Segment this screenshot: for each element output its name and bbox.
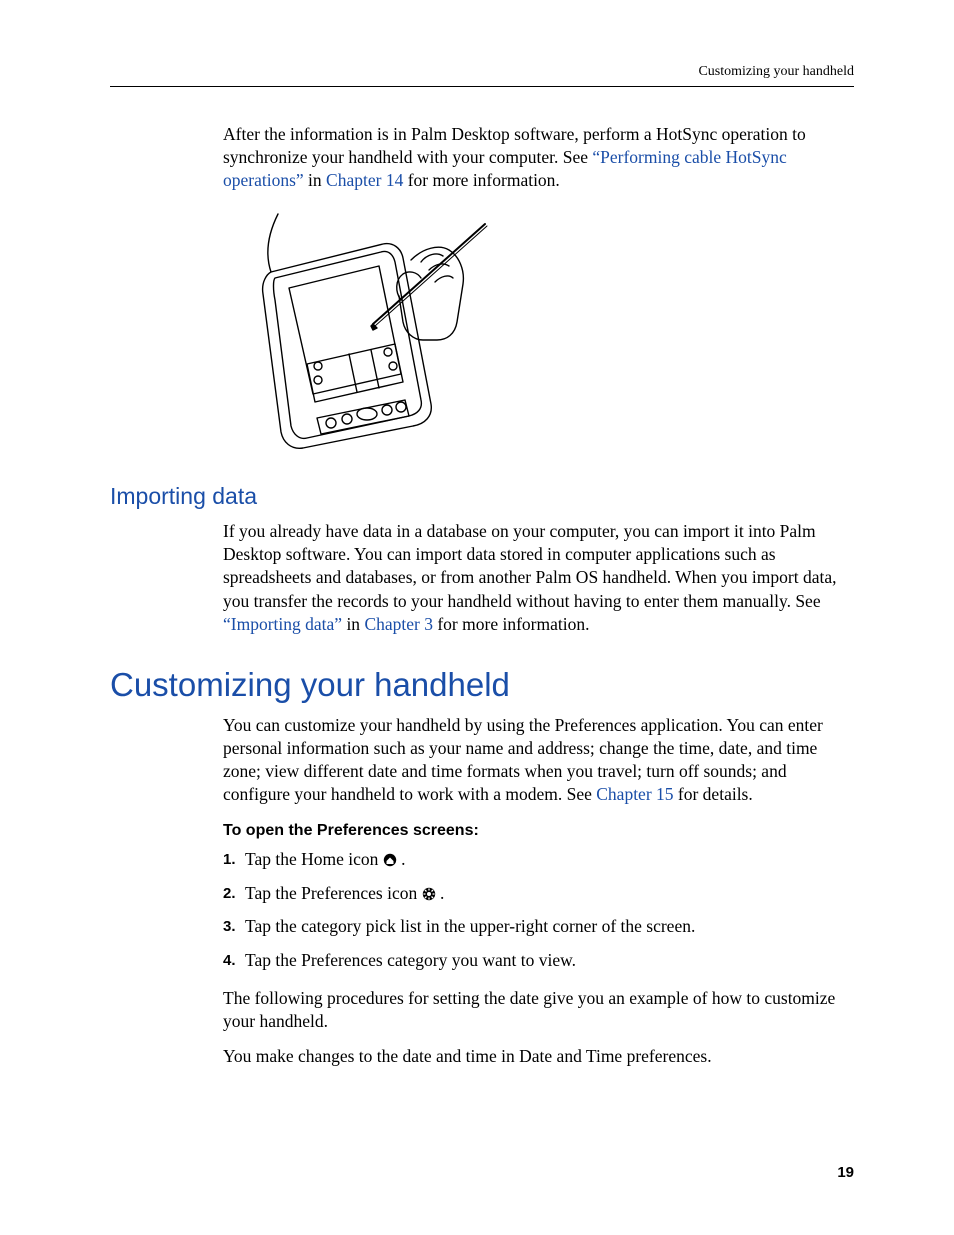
step-4: 4. Tap the Preferences category you want… <box>223 949 851 973</box>
preferences-icon <box>422 887 436 901</box>
intro-paragraph: After the information is in Palm Desktop… <box>223 123 851 192</box>
step-text: Tap the Preferences category you want to… <box>245 949 576 973</box>
customizing-text-b: for details. <box>674 784 753 804</box>
step-text-b: . <box>440 883 444 903</box>
intro-block: After the information is in Palm Desktop… <box>223 123 851 459</box>
running-head: Customizing your handheld <box>110 64 854 80</box>
step-text: Tap the category pick list in the upper-… <box>245 915 695 939</box>
link-chapter-14[interactable]: Chapter 14 <box>326 170 403 190</box>
step-text-a: Tap the Home icon <box>245 849 383 869</box>
importing-block: If you already have data in a database o… <box>223 520 851 635</box>
after-paragraph-1: The following procedures for setting the… <box>223 987 851 1033</box>
link-importing-data[interactable]: “Importing data” <box>223 614 342 634</box>
step-3: 3. Tap the category pick list in the upp… <box>223 915 851 939</box>
intro-text-b: in <box>304 170 326 190</box>
importing-text-a: If you already have data in a database o… <box>223 521 836 610</box>
step-2: 2. Tap the Preferences icon . <box>223 882 851 906</box>
step-number: 3. <box>223 915 245 939</box>
header-rule <box>110 86 854 87</box>
step-text-a: Tap the Preferences icon <box>245 883 422 903</box>
page: Customizing your handheld After the info… <box>0 0 954 1235</box>
steps-list: 1. Tap the Home icon . 2. Tap the Prefer… <box>223 848 851 973</box>
importing-paragraph: If you already have data in a database o… <box>223 520 851 635</box>
heading-customizing: Customizing your handheld <box>110 666 854 704</box>
step-text-b: . <box>401 849 405 869</box>
step-number: 4. <box>223 949 245 973</box>
customizing-paragraph: You can customize your handheld by using… <box>223 714 851 806</box>
page-number: 19 <box>837 1164 854 1181</box>
after-paragraph-2: You make changes to the date and time in… <box>223 1045 851 1068</box>
link-chapter-3[interactable]: Chapter 3 <box>364 614 433 634</box>
intro-text-c: for more information. <box>403 170 559 190</box>
procedure-title: To open the Preferences screens: <box>223 822 851 840</box>
heading-importing-data: Importing data <box>110 483 854 510</box>
home-icon <box>383 853 397 867</box>
illustration-handheld-stylus <box>223 204 851 459</box>
step-number: 1. <box>223 848 245 872</box>
step-text: Tap the Home icon . <box>245 848 406 872</box>
importing-text-c: for more information. <box>433 614 589 634</box>
handheld-drawing <box>223 204 493 454</box>
step-text: Tap the Preferences icon . <box>245 882 444 906</box>
step-1: 1. Tap the Home icon . <box>223 848 851 872</box>
link-chapter-15[interactable]: Chapter 15 <box>596 784 673 804</box>
importing-text-b: in <box>342 614 364 634</box>
step-number: 2. <box>223 882 245 906</box>
customizing-block: You can customize your handheld by using… <box>223 714 851 1068</box>
